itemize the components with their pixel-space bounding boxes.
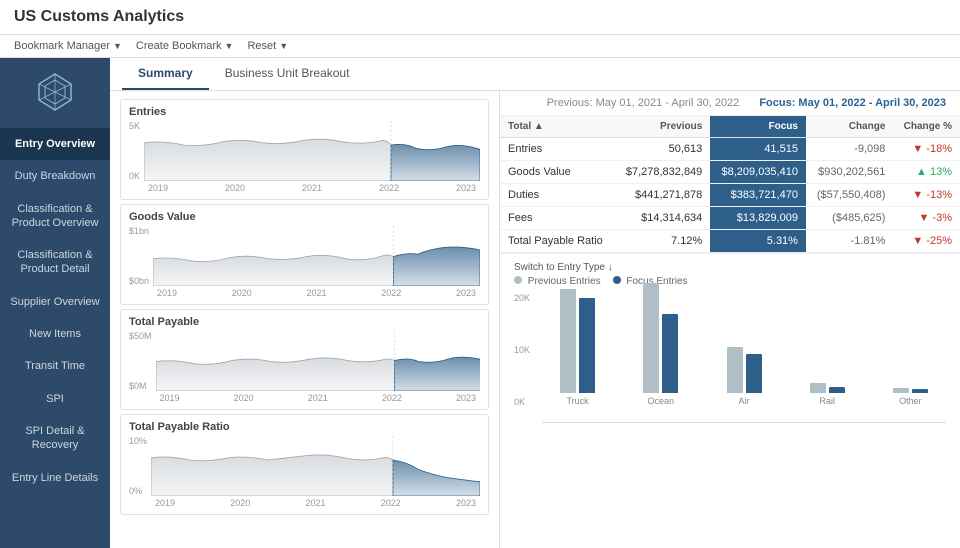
switch-label[interactable]: Switch to Entry Type ↓	[514, 262, 946, 273]
charts-panel: Entries 5K 0K	[110, 91, 500, 548]
bar-group: Truck	[542, 289, 613, 406]
bar-group: Air	[708, 347, 779, 406]
bar-focus	[912, 389, 928, 393]
total-payable-chart-title: Total Payable	[129, 316, 480, 328]
entries-chart-title: Entries	[129, 106, 480, 118]
toolbar: Bookmark Manager ▼ Create Bookmark ▼ Res…	[0, 35, 960, 58]
bar-label: Truck	[567, 396, 589, 406]
col-total: Total ▲	[500, 116, 615, 138]
bar-chart-legend: Previous Entries Focus Entries	[514, 276, 946, 287]
sidebar-item-classification-product-detail[interactable]: Classification & Product Detail	[0, 239, 110, 286]
bar-focus	[829, 387, 845, 393]
tab-summary[interactable]: Summary	[122, 58, 209, 90]
metric-change-pct: ▼ -18%	[893, 138, 960, 161]
metric-previous: $7,278,832,849	[615, 161, 711, 184]
total-payable-ratio-chart-title: Total Payable Ratio	[129, 421, 480, 433]
metric-change-pct: ▼ -3%	[893, 207, 960, 230]
metric-label: Duties	[500, 184, 615, 207]
bar-previous	[643, 283, 659, 393]
bar-label: Rail	[819, 396, 835, 406]
sidebar-item-transit-time[interactable]: Transit Time	[0, 350, 110, 382]
metric-change-pct: ▼ -25%	[893, 230, 960, 253]
bookmark-manager-btn[interactable]: Bookmark Manager ▼	[14, 40, 122, 52]
tabs-bar: Summary Business Unit Breakout	[110, 58, 960, 91]
metric-label: Goods Value	[500, 161, 615, 184]
goods-value-chart-title: Goods Value	[129, 211, 480, 223]
bar-previous	[727, 347, 743, 393]
metric-previous: 50,613	[615, 138, 711, 161]
bar-group: Other	[875, 388, 946, 406]
metric-change-pct: ▼ -13%	[893, 184, 960, 207]
metric-previous: $14,314,634	[615, 207, 711, 230]
col-previous: Previous	[615, 116, 711, 138]
bar-chart-section: Switch to Entry Type ↓ Previous Entries …	[500, 253, 960, 548]
sidebar-item-spi[interactable]: SPI	[0, 383, 110, 415]
metric-change: ($57,550,408)	[806, 184, 893, 207]
top-bar: US Customs Analytics	[0, 0, 960, 35]
metric-label: Fees	[500, 207, 615, 230]
metric-change: -1.81%	[806, 230, 893, 253]
bar-focus	[746, 354, 762, 393]
metric-focus: 5.31%	[710, 230, 806, 253]
col-focus: Focus	[710, 116, 806, 138]
metric-change: $930,202,561	[806, 161, 893, 184]
metric-focus: $383,721,470	[710, 184, 806, 207]
bar-label: Ocean	[648, 396, 675, 406]
bar-focus	[579, 298, 595, 393]
metric-previous: 7.12%	[615, 230, 711, 253]
sidebar-item-new-items[interactable]: New Items	[0, 318, 110, 350]
date-previous: Previous: May 01, 2021 - April 30, 2022	[547, 97, 740, 109]
create-bookmark-btn[interactable]: Create Bookmark ▼	[136, 40, 234, 52]
bar-group: Rail	[792, 383, 863, 406]
metric-focus: $8,209,035,410	[710, 161, 806, 184]
sidebar-item-entry-line-details[interactable]: Entry Line Details	[0, 462, 110, 494]
sidebar-item-spi-detail-recovery[interactable]: SPI Detail & Recovery	[0, 415, 110, 462]
metric-change: -9,098	[806, 138, 893, 161]
app-title: US Customs Analytics	[14, 8, 184, 26]
date-range-bar: Previous: May 01, 2021 - April 30, 2022 …	[500, 91, 960, 116]
sidebar-item-classification-product-overview[interactable]: Classification & Product Overview	[0, 193, 110, 240]
bar-previous	[893, 388, 909, 393]
sidebar-item-duty-breakdown[interactable]: Duty Breakdown	[0, 160, 110, 192]
metric-label: Entries	[500, 138, 615, 161]
bar-previous	[560, 289, 576, 393]
col-change: Change	[806, 116, 893, 138]
bar-label: Air	[739, 396, 750, 406]
col-change-pct: Change %	[893, 116, 960, 138]
goods-value-chart-block: Goods Value $1bn $0bn	[120, 204, 489, 305]
bar-previous	[810, 383, 826, 393]
tab-business-unit-breakout[interactable]: Business Unit Breakout	[209, 58, 366, 90]
bar-label: Other	[899, 396, 922, 406]
sidebar-logo	[29, 66, 81, 118]
bar-group: Ocean	[625, 283, 696, 406]
bar-focus	[662, 314, 678, 393]
total-payable-ratio-chart-block: Total Payable Ratio 10% 0%	[120, 414, 489, 515]
chevron-down-icon: ▼	[113, 41, 122, 51]
metric-change: ($485,625)	[806, 207, 893, 230]
date-focus: Focus: May 01, 2022 - April 30, 2023	[759, 97, 946, 109]
metric-focus: 41,515	[710, 138, 806, 161]
total-payable-chart-block: Total Payable $50M $0M	[120, 309, 489, 410]
metric-focus: $13,829,009	[710, 207, 806, 230]
metric-change-pct: ▲ 13%	[893, 161, 960, 184]
reset-btn[interactable]: Reset ▼	[247, 40, 288, 52]
entries-chart-block: Entries 5K 0K	[120, 99, 489, 200]
metric-label: Total Payable Ratio	[500, 230, 615, 253]
chevron-down-icon: ▼	[225, 41, 234, 51]
metrics-table: Total ▲ Previous Focus Change Change % E…	[500, 116, 960, 253]
sidebar: Entry Overview Duty Breakdown Classifica…	[0, 58, 110, 548]
chevron-down-icon: ▼	[279, 41, 288, 51]
metrics-panel: Previous: May 01, 2021 - April 30, 2022 …	[500, 91, 960, 548]
metric-previous: $441,271,878	[615, 184, 711, 207]
sidebar-item-entry-overview[interactable]: Entry Overview	[0, 128, 110, 160]
sidebar-item-supplier-overview[interactable]: Supplier Overview	[0, 286, 110, 318]
